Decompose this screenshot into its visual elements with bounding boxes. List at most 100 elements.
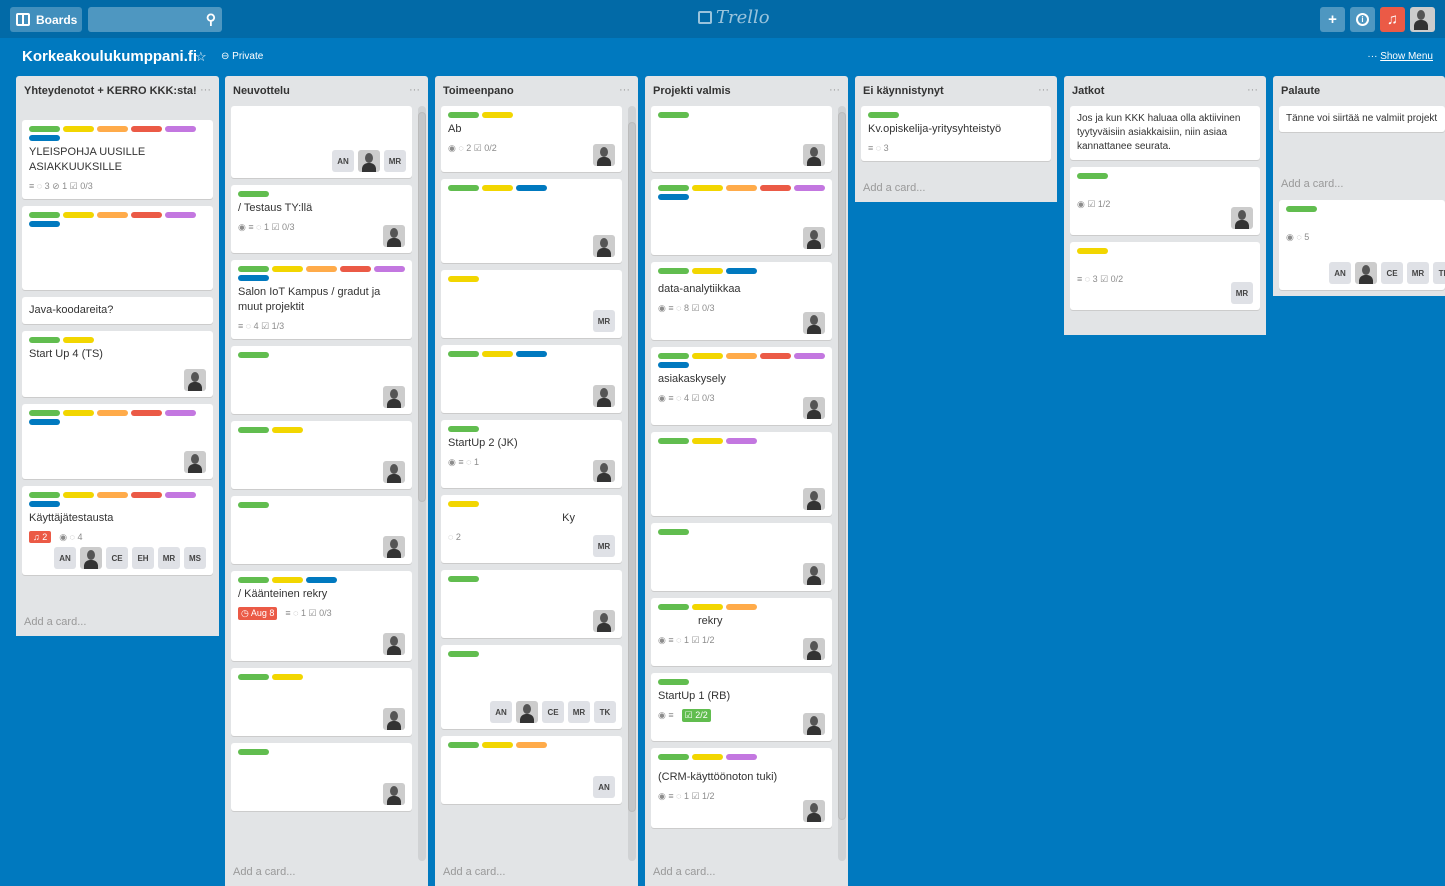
member-mr[interactable]: MR [568,701,590,723]
list-item[interactable]: AN MR [231,106,412,178]
list-title[interactable]: Jatkot [1072,85,1244,98]
boards-button[interactable]: Boards [10,7,82,32]
scrollbar-thumb[interactable] [418,112,426,502]
member-mr[interactable]: MR [1231,282,1253,304]
notifications-button[interactable]: ♫ [1380,7,1405,32]
avatar[interactable] [383,783,405,805]
search-input[interactable]: ⚲ [88,7,222,32]
list-item[interactable]: Ky ◌ 2 MR [441,495,622,563]
list-item[interactable]: asiakaskysely ◉ ≡ ◌ 4 ☑ 0/3 [651,347,832,425]
list-item[interactable]: StartUp 2 (JK) ◉ ≡ ◌ 1 [441,420,622,488]
avatar[interactable] [803,144,825,166]
list-title[interactable]: Projekti valmis [653,85,826,98]
member-an[interactable]: AN [1329,262,1351,284]
avatar[interactable] [593,610,615,632]
avatar[interactable] [1231,207,1253,229]
member-an[interactable]: AN [490,701,512,723]
avatar[interactable] [803,563,825,585]
add-card-button[interactable]: Add a card... [1281,178,1343,190]
list-title[interactable]: Palaute [1281,85,1423,98]
avatar[interactable] [184,369,206,391]
list-menu-icon[interactable]: ··· [200,84,211,96]
list-item[interactable]: Jos ja kun KKK haluaa olla aktiivinen ty… [1070,106,1260,160]
avatar[interactable] [383,386,405,408]
avatar[interactable] [1410,7,1435,32]
list-item[interactable]: rekry ◉ ≡ ◌ 1 ☑ 1/2 [651,598,832,666]
list-item[interactable]: Salon IoT Kampus / gradut ja muut projek… [231,260,412,339]
list-title[interactable]: Ei käynnistynyt [863,85,1035,98]
list-item[interactable]: Käyttäjätestausta ♫ 2 ◉ ◌ 4 AN CE EH MR M… [22,486,213,575]
list-item[interactable]: ◉ ◌ 5 AN CE MR TK [1279,200,1445,290]
list-menu-icon[interactable]: ··· [829,84,840,96]
list-item[interactable]: ≡ ◌ 3 ☑ 0/2 MR [1070,242,1260,310]
board-title[interactable]: Korkeakoulukumppani.fi [22,48,197,65]
member-tk[interactable]: TK [1433,262,1445,284]
avatar[interactable] [80,547,102,569]
scrollbar-thumb[interactable] [838,112,846,820]
avatar[interactable] [803,800,825,822]
list-title[interactable]: Toimeenpano [443,85,616,98]
avatar[interactable] [593,460,615,482]
avatar[interactable] [184,451,206,473]
avatar[interactable] [803,397,825,419]
avatar[interactable] [593,385,615,407]
list-item[interactable]: Start Up 4 (TS) [22,331,213,397]
list-item[interactable]: (CRM-käyttöönoton tuki) ◉ ≡ ◌ 1 ☑ 1/2 [651,748,832,828]
list-item[interactable]: AN [441,736,622,804]
list-item[interactable] [441,179,622,263]
avatar[interactable] [383,225,405,247]
list-item[interactable] [231,743,412,811]
member-mr[interactable]: MR [158,547,180,569]
list-item[interactable] [231,496,412,564]
list-item[interactable] [651,106,832,172]
avatar[interactable] [803,227,825,249]
avatar[interactable] [803,638,825,660]
list-menu-icon[interactable]: ··· [1247,84,1258,96]
add-card-button[interactable]: Add a card... [233,866,295,878]
list-item[interactable]: Ab ◉ ◌ 2 ☑ 0/2 [441,106,622,172]
avatar[interactable] [383,536,405,558]
list-item[interactable] [651,523,832,591]
member-ce[interactable]: CE [1381,262,1403,284]
list-item[interactable]: data-analytiikkaa ◉ ≡ ◌ 8 ☑ 0/3 [651,262,832,340]
list-item[interactable] [231,346,412,414]
avatar[interactable] [383,708,405,730]
list-title[interactable]: Yhteydenotot + KERRO KKK:sta! [24,85,197,98]
add-card-button[interactable]: Add a card... [863,182,925,194]
member-mr[interactable]: MR [593,535,615,557]
member-tk[interactable]: TK [594,701,616,723]
member-ce[interactable]: CE [542,701,564,723]
list-menu-icon[interactable]: ··· [1038,84,1049,96]
add-card-button[interactable]: Add a card... [653,866,715,878]
scrollbar-thumb[interactable] [628,122,636,812]
avatar[interactable] [383,461,405,483]
list-item[interactable] [441,345,622,413]
member-an[interactable]: AN [593,776,615,798]
list-menu-icon[interactable]: ··· [619,84,630,96]
member-an[interactable]: AN [54,547,76,569]
member-an[interactable]: AN [332,150,354,172]
avatar[interactable] [803,312,825,334]
avatar[interactable] [1355,262,1377,284]
visibility-button[interactable]: ⊖ Private [221,51,263,62]
avatar[interactable] [593,144,615,166]
info-button[interactable]: i [1350,7,1375,32]
member-mr[interactable]: MR [384,150,406,172]
show-menu-button[interactable]: ··· Show Menu [1367,51,1433,62]
list-item[interactable]: / Testaus TY:llä ◉ ≡ ◌ 1 ☑ 0/3 [231,185,412,253]
avatar[interactable] [358,150,380,172]
member-ms[interactable]: MS [184,547,206,569]
star-icon[interactable]: ☆ [195,49,207,65]
list-item[interactable] [231,668,412,736]
list-item[interactable]: Tänne voi siirtää ne valmiit projekt joi… [1279,106,1445,132]
member-eh[interactable]: EH [132,547,154,569]
list-title[interactable]: Neuvottelu [233,85,406,98]
avatar[interactable] [593,235,615,257]
list-item[interactable]: AN CE MR TK [441,645,622,729]
list-item[interactable]: ◉ ☑ 1/2 [1070,167,1260,235]
member-mr[interactable]: MR [1407,262,1429,284]
list-item[interactable]: / Käänteinen rekry ◷ Aug 8 ≡ ◌ 1 ☑ 0/3 [231,571,412,661]
list-item[interactable] [22,404,213,479]
list-item[interactable]: YLEISPOHJA UUSILLE ASIAKKUUKSILLE ≡ ◌ 3 … [22,120,213,199]
avatar[interactable] [516,701,538,723]
